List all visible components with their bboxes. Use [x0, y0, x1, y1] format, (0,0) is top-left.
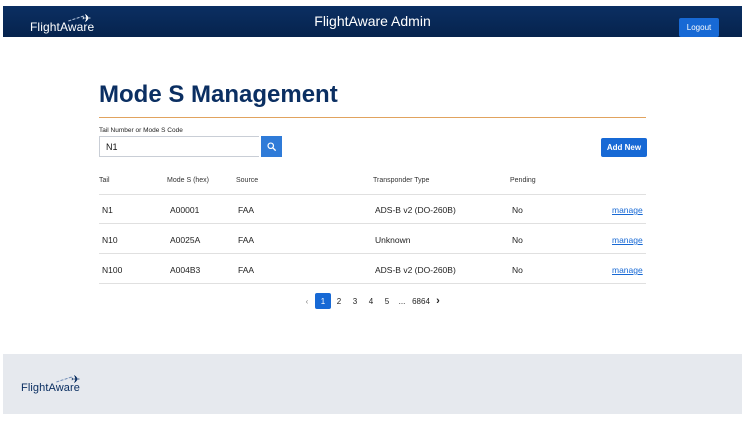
cell-transponder: ADS-B v2 (DO-260B) — [375, 265, 456, 275]
page-footer: FlightAware ✈ — [3, 354, 742, 414]
add-new-button[interactable]: Add New — [601, 138, 647, 157]
cell-mode-s: A00001 — [170, 205, 200, 215]
table-row: N1 A00001 FAA ADS-B v2 (DO-260B) No mana… — [99, 195, 646, 224]
search-label: Tail Number or Mode S Code — [99, 127, 183, 134]
next-page-icon[interactable]: › — [433, 293, 443, 309]
column-header-mode-s: Mode S (hex) — [167, 177, 210, 184]
page-5[interactable]: 5 — [381, 293, 393, 309]
manage-link[interactable]: manage — [612, 235, 643, 245]
cell-pending: No — [512, 205, 523, 215]
cell-pending: No — [512, 265, 523, 275]
page-1[interactable]: 1 — [315, 293, 331, 309]
cell-tail: N1 — [102, 205, 113, 215]
cell-transponder: Unknown — [375, 235, 411, 245]
column-header-pending: Pending — [510, 177, 536, 184]
cell-pending: No — [512, 235, 523, 245]
cell-mode-s: A004B3 — [170, 265, 201, 275]
cell-transponder: ADS-B v2 (DO-260B) — [375, 205, 456, 215]
cell-mode-s: A0025A — [170, 235, 201, 245]
search-input[interactable] — [99, 136, 259, 157]
cell-tail: N100 — [102, 265, 123, 275]
cell-tail: N10 — [102, 235, 118, 245]
header-title: FlightAware Admin — [314, 13, 431, 29]
table-row: N10 A0025A FAA Unknown No manage — [99, 225, 646, 254]
row-divider — [99, 253, 646, 254]
top-header: FlightAware ✈ FlightAware Admin Logout — [3, 6, 742, 37]
table-row: N100 A004B3 FAA ADS-B v2 (DO-260B) No ma… — [99, 255, 646, 284]
pagination-ellipsis: ... — [398, 296, 406, 306]
footer-flightaware-logo[interactable]: FlightAware ✈ — [21, 374, 80, 394]
page-4[interactable]: 4 — [365, 293, 377, 309]
airplane-icon: ✈ — [71, 374, 81, 386]
row-divider — [99, 283, 646, 284]
page-last[interactable]: 6864 — [409, 293, 433, 309]
cell-source: FAA — [238, 205, 255, 215]
search-icon — [267, 142, 276, 151]
search-button[interactable] — [261, 136, 282, 157]
page-3[interactable]: 3 — [349, 293, 361, 309]
cell-source: FAA — [238, 265, 255, 275]
manage-link[interactable]: manage — [612, 205, 643, 215]
page-title: Mode S Management — [99, 81, 338, 108]
prev-page-icon[interactable]: ‹ — [302, 293, 312, 309]
row-divider — [99, 223, 646, 224]
page-2[interactable]: 2 — [333, 293, 345, 309]
manage-link[interactable]: manage — [612, 265, 643, 275]
column-header-tail: Tail — [99, 177, 110, 184]
column-header-transponder: Transponder Type — [373, 177, 430, 184]
logout-button[interactable]: Logout — [679, 18, 719, 37]
column-header-source: Source — [236, 177, 259, 184]
cell-source: FAA — [238, 235, 255, 245]
title-divider — [99, 117, 646, 118]
